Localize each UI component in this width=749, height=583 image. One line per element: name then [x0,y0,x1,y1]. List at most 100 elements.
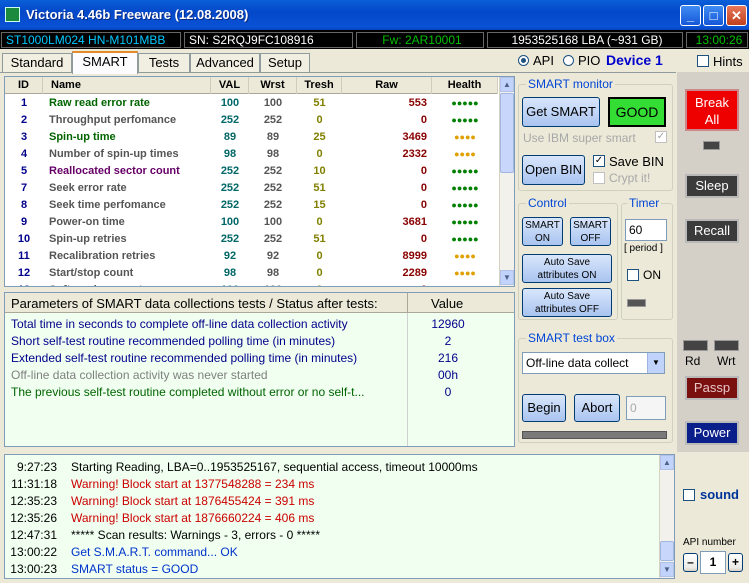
cell-id: 8 [20,199,28,211]
cell-id: 2 [20,114,28,126]
table-row[interactable]: 3 Spin-up time 89 89 25 3469 ●●●● [5,129,498,146]
cell-id: 13 [5,282,43,286]
read-led [683,340,708,351]
passp-button[interactable]: Passp [685,376,739,400]
control-title: Control [526,196,569,210]
table-row[interactable]: 9 Power-on time 100 100 0 3681 ●●●●● [5,214,498,231]
crypt-label: Crypt it! [609,171,651,185]
cell-health: ●●●●● [451,166,479,176]
api-radio[interactable] [518,55,529,66]
tab-tests[interactable]: Tests [138,53,190,73]
maximize-button[interactable]: □ [703,5,724,26]
cell-raw: 2332 [402,148,427,160]
params-value-header: Value [431,296,464,311]
table-row[interactable]: 11 Recalibration retries 92 92 0 8999 ●●●● [5,248,498,265]
cell-name: Raw read error rate [49,97,150,109]
get-smart-button[interactable]: Get SMART [522,97,600,127]
cell-name: Seek time perfomance [49,199,166,211]
log-time: 11:31:18 [11,477,57,491]
chevron-down-icon[interactable]: ▼ [647,353,664,373]
api-number-increment[interactable]: + [728,553,743,572]
cell-raw: 3469 [402,131,427,143]
log-time: 12:47:31 [10,528,57,542]
cell-id: 7 [20,182,28,194]
cell-name: Spin-up time [49,131,116,143]
table-row[interactable]: 13Soft read error rate10010000●●●●● [5,282,498,286]
log-entry: 13:00:22 Get S.M.A.R.T. command... OK [5,544,657,561]
log-entry: 12:35:26 Warning! Block start at 18766602… [5,510,657,527]
col-name: Name [43,77,211,94]
log-panel[interactable]: 9:27:23 Starting Reading, LBA=0..19535251… [4,454,675,579]
test-type-value: Off-line data collect [526,356,629,370]
scroll-up-arrow[interactable]: ▲ [500,77,514,92]
sound-checkbox[interactable] [683,489,695,501]
power-button[interactable]: Power [685,421,739,445]
close-button[interactable]: ✕ [726,5,747,26]
api-number-input[interactable]: 1 [700,551,726,574]
table-row[interactable]: 2 Throughput perfomance 252 252 0 0 ●●●●● [5,112,498,129]
cell-val: 100 [211,282,249,286]
timer-period-input[interactable]: 60 [625,219,667,241]
tab-standard[interactable]: Standard [2,53,72,73]
pio-label: PIO [578,53,601,68]
begin-button[interactable]: Begin [522,394,566,422]
log-time: 13:00:23 [10,562,57,576]
cell-name: Number of spin-up times [49,148,179,160]
autosave-off-button[interactable]: Auto Save attributes OFF [522,288,612,317]
crypt-checkbox[interactable] [593,172,605,184]
tab-advanced[interactable]: Advanced [190,53,260,73]
cell-health: ●●●●● [451,217,479,227]
log-scroll-up-arrow[interactable]: ▲ [660,455,674,470]
table-row[interactable]: 5 Reallocated sector count 252 252 10 0 ●●●●● [5,163,498,180]
scroll-down-arrow[interactable]: ▼ [500,270,514,285]
table-row[interactable]: 12 Start/stop count 98 98 0 2289 ●●●● [5,265,498,282]
log-time: 12:35:23 [10,494,57,508]
table-row[interactable]: 8 Seek time perfomance 252 252 15 0 ●●●●● [5,197,498,214]
pio-radio[interactable] [563,55,574,66]
test-number-input[interactable]: 0 [626,396,666,420]
cell-id: 5 [20,165,28,177]
autosave-on-button[interactable]: Auto Save attributes ON [522,254,612,283]
scroll-thumb[interactable] [500,93,514,173]
list-item: Off-line data collection activity was ne… [5,367,514,384]
timer-on-checkbox[interactable] [627,269,639,281]
title-bar[interactable]: Victoria 4.46b Freeware (12.08.2008) _ □… [0,0,749,30]
tab-smart[interactable]: SMART [72,51,138,74]
table-scrollbar[interactable]: ▲ ▼ [499,77,514,286]
api-number-decrement[interactable]: – [683,553,698,572]
cell-wrst: 100 [249,282,297,286]
smart-on-button[interactable]: SMART ON [522,217,563,246]
api-label: API [533,53,554,68]
ibm-super-smart-checkbox[interactable]: ✓ [655,131,667,143]
smart-attributes-table[interactable]: ID Name VAL Wrst Tresh Raw Health 1 Raw r… [4,76,515,287]
table-row[interactable]: 4 Number of spin-up times 98 98 0 2332 ●●●● [5,146,498,163]
hints-checkbox[interactable] [697,55,709,67]
device-label[interactable]: Device 1 [606,52,663,68]
table-row[interactable]: 7 Seek error rate 252 252 51 0 ●●●●● [5,180,498,197]
table-row[interactable]: 1 Raw read error rate 100 100 51 553 ●●●●● [5,95,498,112]
log-message: Warning! Block start at 1876455424 = 391… [71,494,315,508]
param-value: 0 [444,385,452,399]
smart-off-button[interactable]: SMART OFF [570,217,611,246]
col-wrst: Wrst [249,77,297,94]
log-scrollbar[interactable]: ▲ ▼ [659,455,674,578]
abort-button[interactable]: Abort [574,394,620,422]
cell-name: Seek error rate [49,182,127,194]
sound-label: sound [700,487,739,502]
cell-tresh: 51 [313,233,326,245]
sleep-button[interactable]: Sleep [685,174,739,198]
recall-button[interactable]: Recall [685,219,739,243]
save-bin-checkbox[interactable]: ✓ [593,155,605,167]
open-bin-button[interactable]: Open BIN [522,155,585,185]
cell-val: 252 [220,182,240,194]
table-row[interactable]: 10 Spin-up retries 252 252 51 0 ●●●●● [5,231,498,248]
test-type-select[interactable]: Off-line data collect ▼ [522,352,665,374]
minimize-button[interactable]: _ [680,5,701,26]
log-scroll-thumb[interactable] [660,541,674,561]
log-scroll-down-arrow[interactable]: ▼ [660,562,674,577]
log-message: Starting Reading, LBA=0..1953525167, seq… [71,460,478,474]
tab-setup[interactable]: Setup [260,53,310,73]
break-all-button[interactable]: Break All [685,89,739,131]
log-message: Warning! Block start at 1377548288 = 234… [71,477,315,491]
cell-raw: 0 [420,233,427,245]
